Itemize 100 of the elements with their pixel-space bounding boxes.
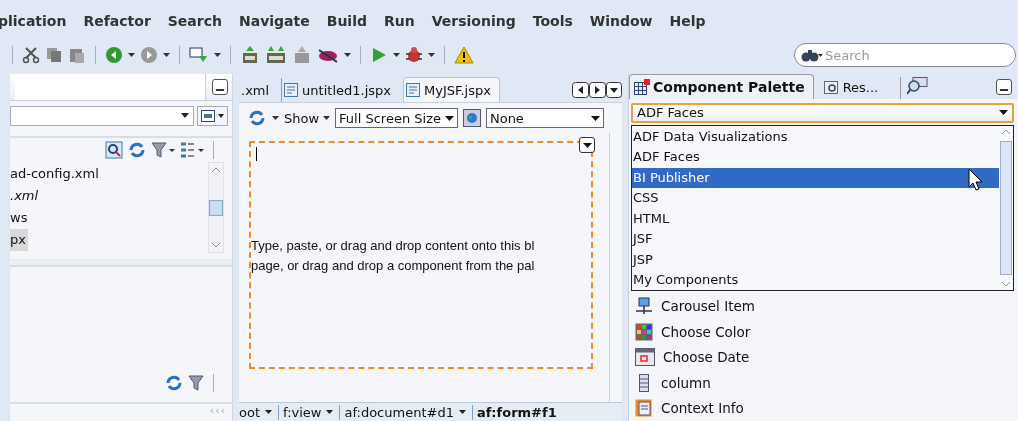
breadcrumb-item[interactable]: f:view [283,404,341,420]
minimize-button[interactable] [996,79,1012,95]
caret-icon [458,410,466,414]
screen-size-select[interactable]: Full Screen Size [335,108,458,128]
dropdown-option[interactable]: HTML [632,208,999,229]
mouse-cursor-icon [968,167,984,192]
filter-icon[interactable] [151,141,175,159]
panel-tab[interactable]: Component Palette [629,74,814,99]
component-item[interactable]: Choose Color [661,323,751,340]
globe-icon[interactable] [462,109,481,127]
carousel-item-icon [635,297,653,316]
component-item[interactable]: Choose Date [663,349,750,366]
refresh-icon[interactable] [247,108,267,128]
magnifier-tab-icon[interactable] [900,77,930,99]
caret-icon[interactable] [128,53,135,57]
dropdown-option[interactable]: ADF Faces [632,147,999,168]
caret-icon [582,142,592,148]
palette-grid-icon [634,79,650,95]
caret-icon[interactable] [393,53,400,57]
caret-icon [326,410,334,414]
panel-tab[interactable]: Res... [819,75,887,99]
filter-icon[interactable] [188,374,204,392]
scrollbar[interactable] [208,162,224,253]
menu-item[interactable]: Help [660,13,714,29]
search-field[interactable]: Search [825,46,1005,64]
dropdown-field[interactable] [10,105,194,126]
caret-icon[interactable] [428,53,435,57]
scroll-up-icon[interactable] [211,167,221,174]
dropdown-option[interactable]: My Components [632,270,999,291]
menu-item[interactable]: plication [0,13,75,29]
caret-icon[interactable] [214,53,221,57]
refresh-icon[interactable] [165,374,183,392]
view-button[interactable] [197,105,228,126]
bug-icon[interactable] [405,46,423,64]
dropdown-option[interactable]: BI Publisher [632,167,999,188]
tree-item[interactable]: px [10,229,28,252]
resource-icon [823,79,840,95]
paste-icon[interactable] [68,46,86,64]
color-grid-icon [635,322,653,341]
menu-item[interactable]: Tools [523,13,581,29]
skin-select[interactable]: None [485,108,604,128]
breadcrumb-item[interactable]: af:form#f1 [476,404,563,420]
scroll-thumb[interactable] [1000,140,1012,275]
text-cursor [256,147,257,161]
outline-icon[interactable] [180,141,204,159]
calendar-icon [635,348,655,367]
minimize-icon [216,88,224,92]
tab-navigation-buttons[interactable] [572,82,622,98]
dropdown-button[interactable] [579,137,595,153]
show-menu-button[interactable]: Show [284,110,331,126]
caret-icon [323,116,331,120]
caret-icon[interactable] [163,53,170,57]
file-icon [406,83,420,97]
caret-icon[interactable] [272,116,279,120]
menu-item[interactable]: Versioning [422,13,524,29]
scroll-down-icon[interactable] [211,241,221,248]
copy-icon[interactable] [45,46,63,64]
back-icon[interactable] [105,46,123,64]
tree-item[interactable]: .xml [10,185,41,208]
dropdown-option[interactable]: ADF Data Visualizations [632,126,999,147]
dropdown-option[interactable]: JSP [632,249,999,270]
menu-item[interactable]: Navigate [230,13,318,29]
tree-item[interactable]: ad-config.xml [10,163,101,186]
minimize-button[interactable] [212,79,228,96]
tree-item[interactable]: ws [10,207,30,230]
make-icon[interactable] [240,45,260,65]
caret-icon [218,113,224,118]
editor-tab[interactable]: MyJSF.jspx [403,77,500,102]
refresh-icon[interactable] [128,141,146,159]
caret-icon[interactable] [344,53,351,57]
search-icon[interactable] [105,141,123,159]
editor-tab[interactable]: untitled1.jspx [281,78,399,102]
menu-item[interactable]: Search [158,13,230,29]
search-bar[interactable]: Search [794,43,1016,67]
library-dropdown[interactable]: ADF Faces [631,103,1014,123]
breadcrumb-item[interactable]: oot [239,404,279,420]
scroll-thumb[interactable] [209,199,223,216]
component-item[interactable]: Carousel Item [661,298,755,315]
component-item[interactable]: Context Info [661,400,744,417]
menu-item[interactable]: Window [580,13,661,29]
rebuild-icon[interactable] [265,45,287,65]
breadcrumb-item[interactable]: af:document#d1 [344,404,473,420]
scroll-down-icon[interactable] [1001,280,1011,287]
forward-icon[interactable] [140,46,158,64]
menu-item[interactable]: Build [317,13,375,29]
binoculars-icon[interactable] [801,48,823,62]
editor-tab[interactable]: .xml [239,78,278,102]
dropdown-option[interactable]: JSF [632,229,999,250]
run-icon[interactable] [370,46,388,64]
component-item[interactable]: column [661,374,711,391]
info-panel-icon [635,399,653,418]
scissors-icon[interactable] [22,46,40,64]
menu-item[interactable]: Refactor [74,13,159,29]
menu-item[interactable]: Run [375,13,423,29]
warning-icon[interactable] [454,46,474,64]
file-icon [284,83,299,97]
scroll-up-icon[interactable] [1001,128,1011,135]
caret-icon [999,110,1008,116]
dropdown-option[interactable]: CSS [632,188,999,209]
caret-icon [181,113,189,119]
